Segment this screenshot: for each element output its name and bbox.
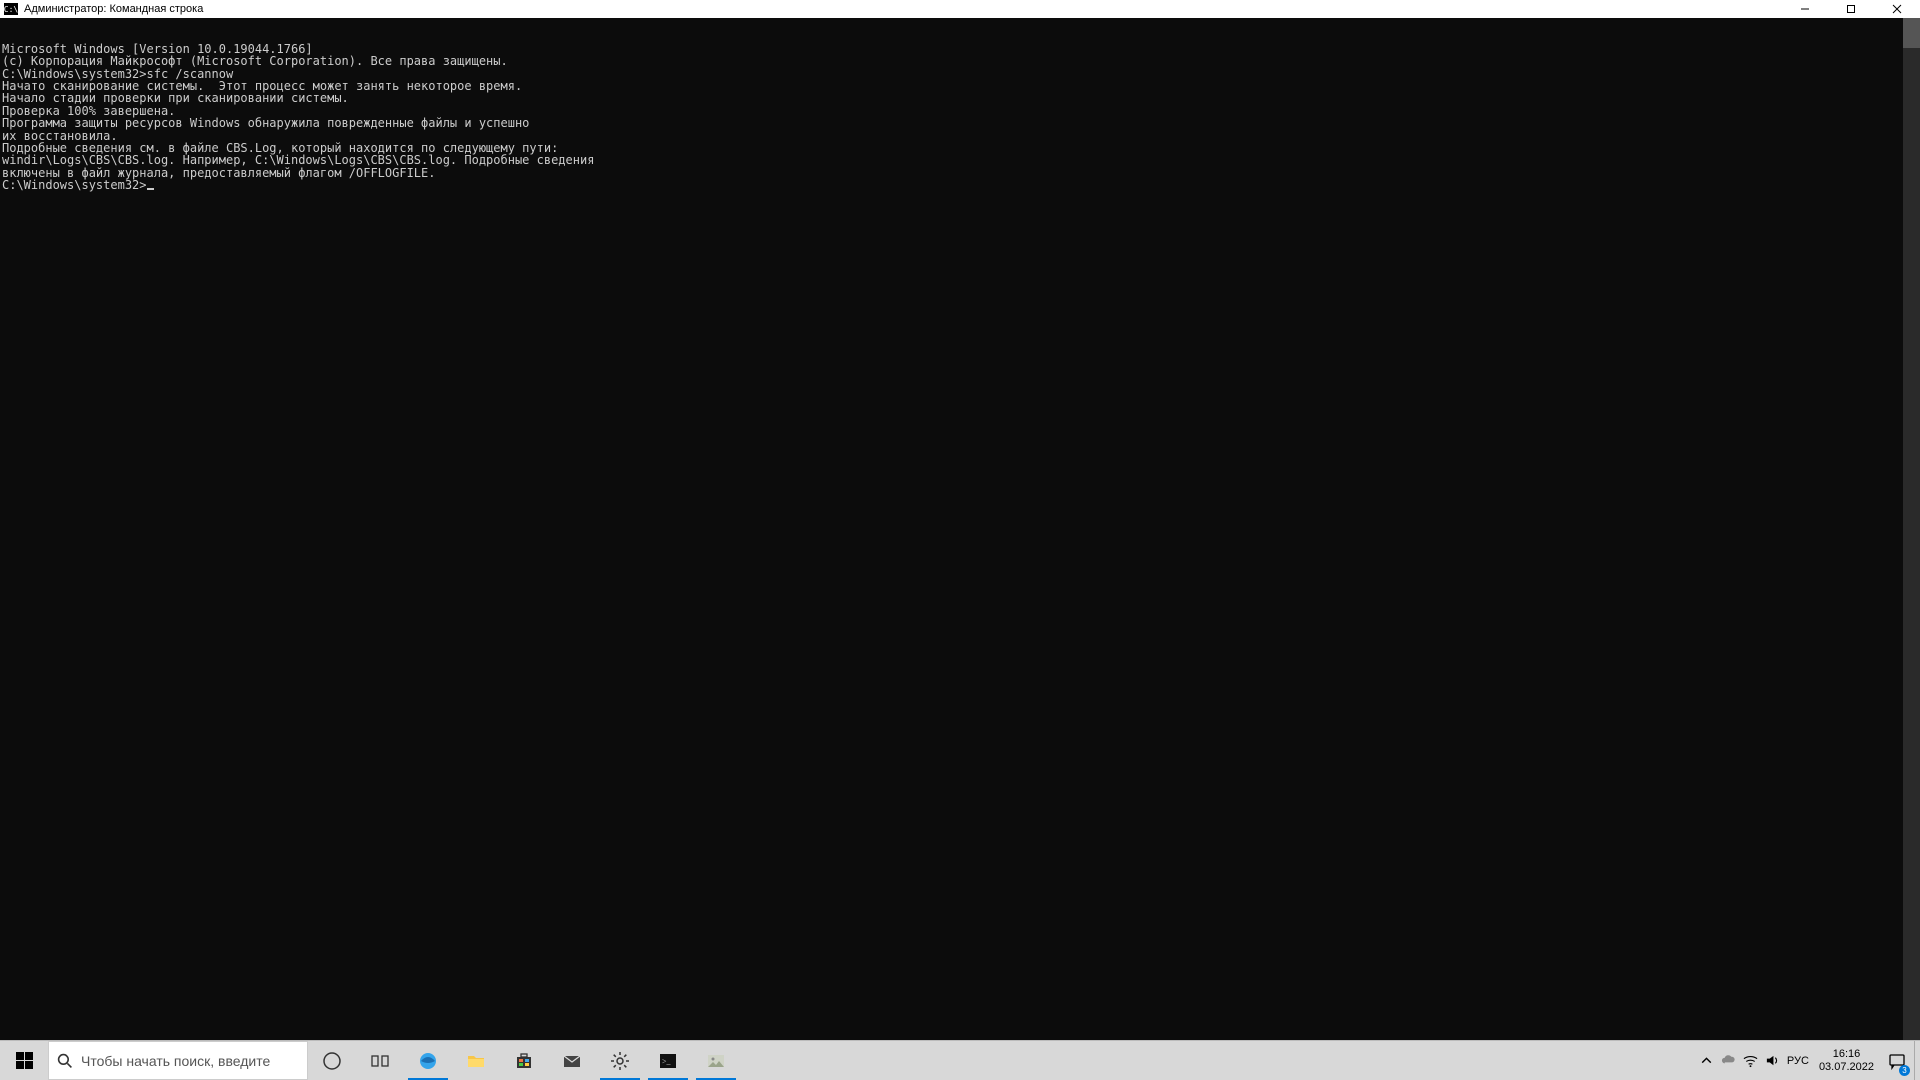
window-title: Администратор: Командная строка bbox=[24, 3, 203, 15]
taskbar-app-cmd[interactable]: >_ bbox=[644, 1041, 692, 1080]
taskbar-app-mail[interactable] bbox=[548, 1041, 596, 1080]
terminal-line: C:\Windows\system32> bbox=[2, 179, 1918, 191]
taskbar-app-photos[interactable] bbox=[692, 1041, 740, 1080]
language-indicator[interactable]: РУС bbox=[1787, 1055, 1809, 1067]
cmd-icon: C:\ bbox=[4, 3, 18, 15]
search-box[interactable]: Чтобы начать поиск, введите bbox=[48, 1041, 308, 1080]
taskbar: Чтобы начать поиск, введите >_ bbox=[0, 1040, 1920, 1080]
clock-date: 03.07.2022 bbox=[1819, 1061, 1874, 1074]
taskbar-app-store[interactable] bbox=[500, 1041, 548, 1080]
terminal-line: включены в файл журнала, предоставляемый… bbox=[2, 167, 1918, 179]
terminal-line: windir\Logs\CBS\CBS.log. Например, C:\Wi… bbox=[2, 154, 1918, 166]
notification-badge: 3 bbox=[1899, 1065, 1910, 1076]
timeline-button[interactable] bbox=[356, 1041, 404, 1080]
terminal-line: (c) Корпорация Майкрософт (Microsoft Cor… bbox=[2, 55, 1918, 67]
taskbar-clock[interactable]: 16:16 03.07.2022 bbox=[1813, 1041, 1880, 1080]
minimize-button[interactable] bbox=[1782, 0, 1828, 18]
search-placeholder: Чтобы начать поиск, введите bbox=[81, 1053, 270, 1069]
wifi-icon[interactable] bbox=[1743, 1053, 1759, 1069]
action-center-button[interactable]: 3 bbox=[1880, 1041, 1914, 1080]
tray-overflow-icon[interactable] bbox=[1699, 1053, 1715, 1069]
search-icon bbox=[57, 1053, 73, 1069]
svg-text:>_: >_ bbox=[662, 1057, 672, 1066]
taskbar-app-explorer[interactable] bbox=[452, 1041, 500, 1080]
system-tray: РУС bbox=[1695, 1041, 1813, 1080]
terminal-line: Программа защиты ресурсов Windows обнару… bbox=[2, 117, 1918, 129]
volume-icon[interactable] bbox=[1765, 1053, 1781, 1069]
taskbar-app-settings[interactable] bbox=[596, 1041, 644, 1080]
window-titlebar: C:\ Администратор: Командная строка bbox=[0, 0, 1920, 18]
terminal-cursor bbox=[147, 188, 154, 190]
maximize-button[interactable] bbox=[1828, 0, 1874, 18]
clock-time: 16:16 bbox=[1833, 1048, 1861, 1061]
vertical-scrollbar[interactable] bbox=[1903, 18, 1920, 1040]
task-view-button[interactable] bbox=[308, 1041, 356, 1080]
onedrive-icon[interactable] bbox=[1721, 1053, 1737, 1069]
close-button[interactable] bbox=[1874, 0, 1920, 18]
start-button[interactable] bbox=[0, 1041, 48, 1080]
terminal-output[interactable]: Microsoft Windows [Version 10.0.19044.17… bbox=[0, 18, 1920, 1040]
show-desktop-button[interactable] bbox=[1914, 1041, 1920, 1080]
taskbar-app-edge[interactable] bbox=[404, 1041, 452, 1080]
scrollbar-thumb[interactable] bbox=[1903, 18, 1920, 48]
terminal-line: Начало стадии проверки при сканировании … bbox=[2, 92, 1918, 104]
